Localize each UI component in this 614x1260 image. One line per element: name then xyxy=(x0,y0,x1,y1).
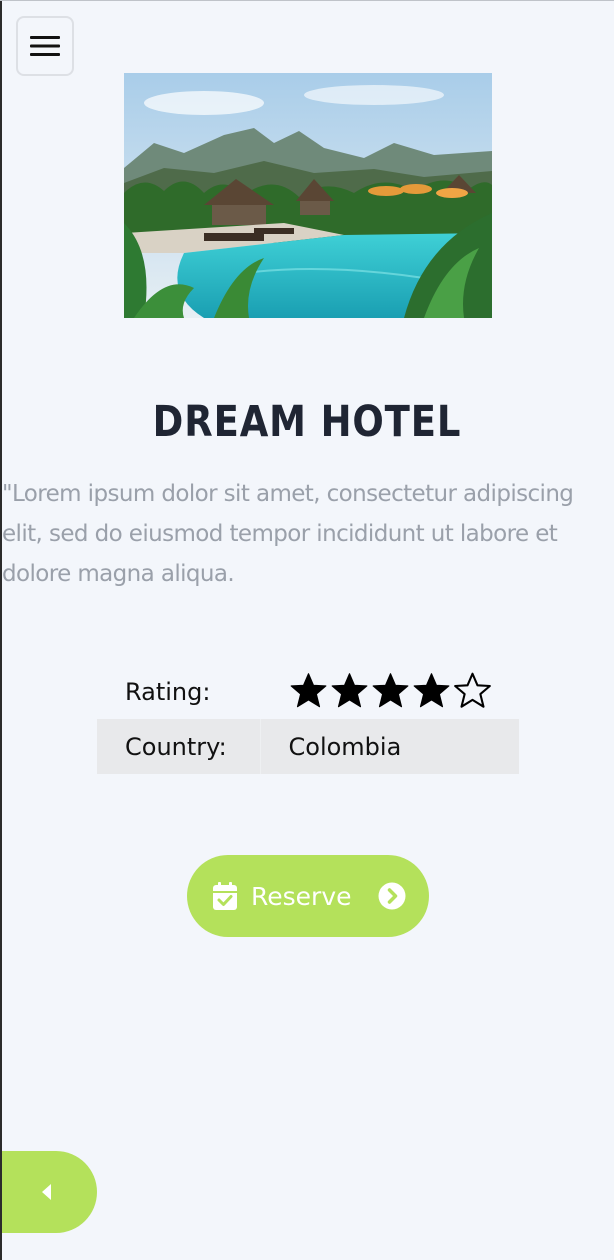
country-row: Country: Colombia xyxy=(97,719,519,774)
star-empty-icon xyxy=(454,672,491,708)
window-top-border xyxy=(0,0,614,1)
reserve-button-label: Reserve xyxy=(251,881,352,911)
star-filled-icon xyxy=(413,673,450,708)
rating-value xyxy=(260,664,519,719)
reserve-button[interactable]: Reserve xyxy=(187,855,429,937)
hamburger-menu-icon xyxy=(30,36,60,56)
hotel-details-table: Rating: Country: Colombia xyxy=(97,664,519,774)
hotel-title: DREAM HOTEL xyxy=(152,397,462,447)
menu-button[interactable] xyxy=(16,16,74,76)
rating-row: Rating: xyxy=(97,664,519,719)
star-filled-icon xyxy=(290,673,327,708)
star-rating xyxy=(290,672,491,709)
hotel-image xyxy=(124,73,492,318)
country-label: Country: xyxy=(97,719,261,774)
chevron-circle-right-icon xyxy=(378,882,405,910)
calendar-check-icon xyxy=(213,882,237,910)
window-left-border xyxy=(0,0,2,1260)
hotel-description: "Lorem ipsum dolor sit amet, consectetur… xyxy=(2,481,574,587)
caret-left-icon xyxy=(42,1184,51,1200)
country-value: Colombia xyxy=(260,719,519,774)
back-button[interactable] xyxy=(2,1151,97,1233)
rating-label: Rating: xyxy=(125,677,211,706)
star-filled-icon xyxy=(331,673,368,708)
star-filled-icon xyxy=(372,673,409,708)
